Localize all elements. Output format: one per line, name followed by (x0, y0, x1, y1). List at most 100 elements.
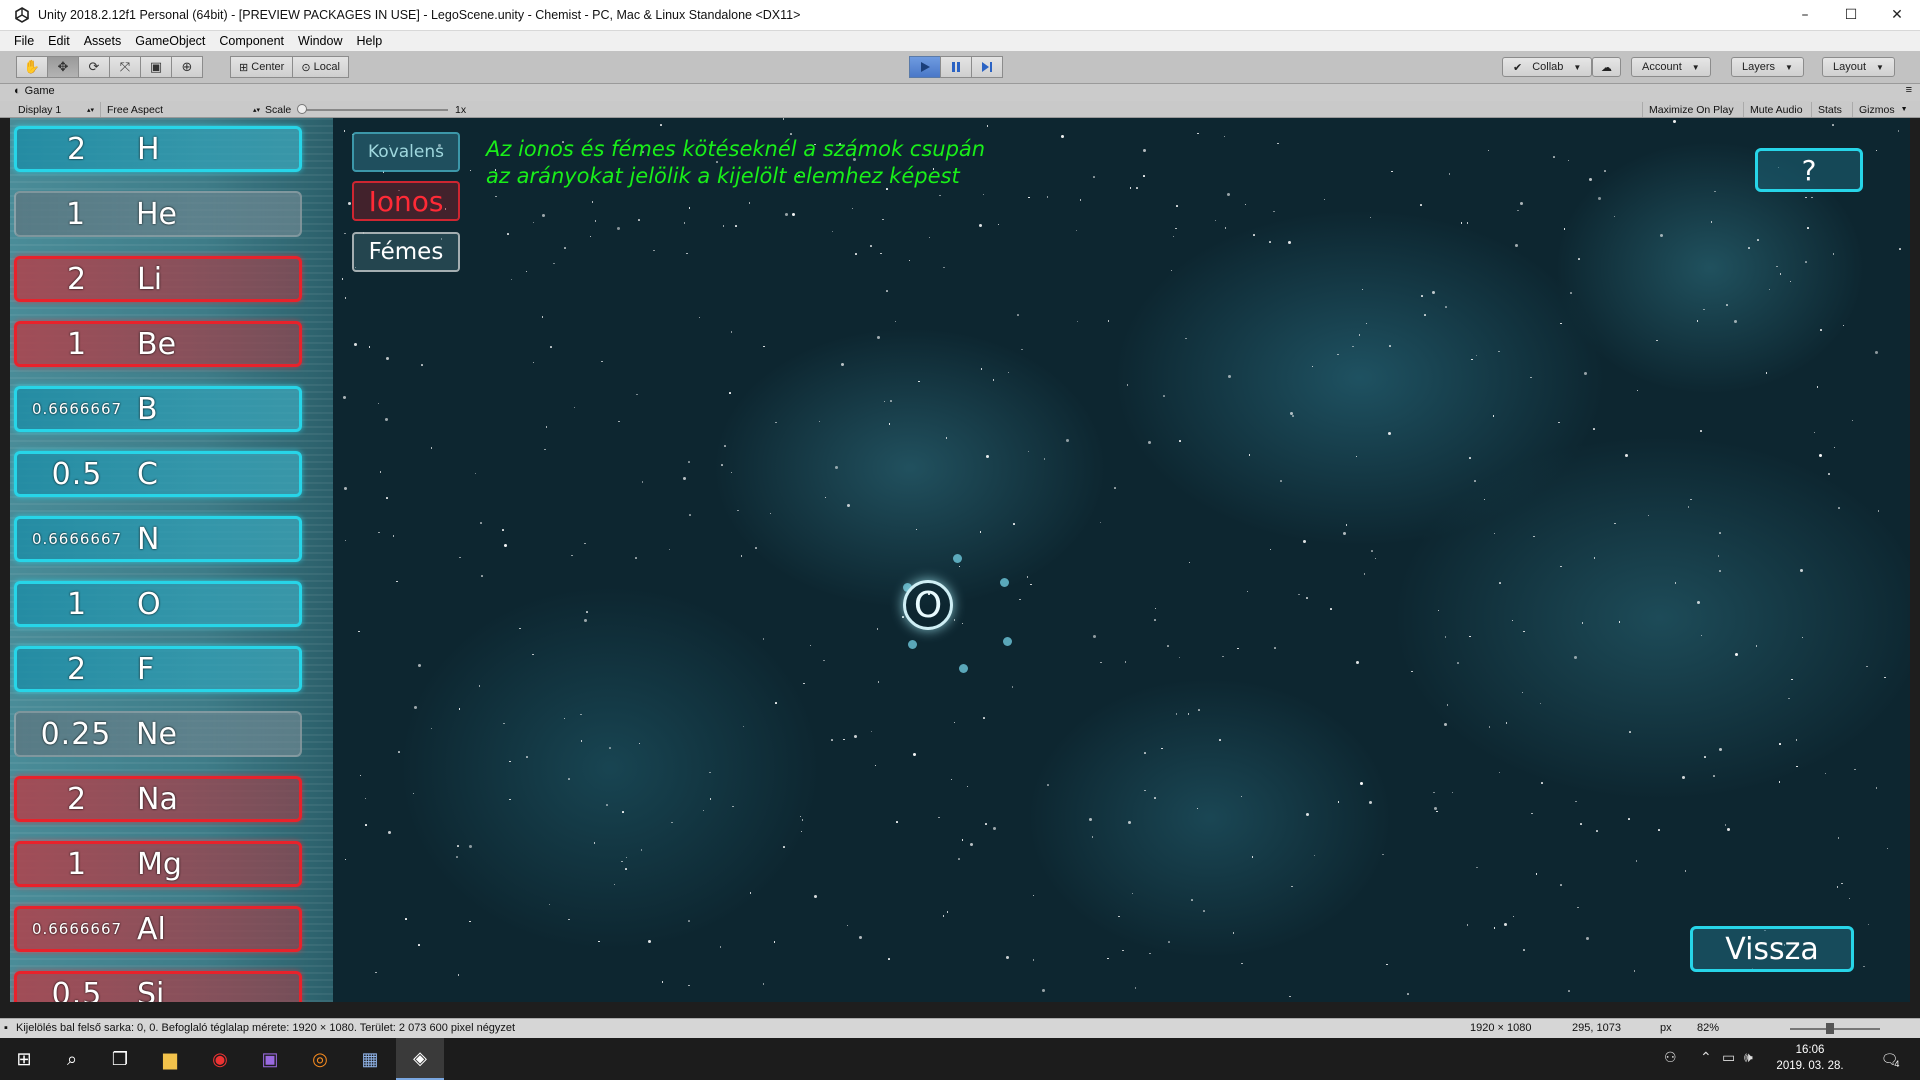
clock[interactable]: 16:06 2019. 03. 28. (1770, 1042, 1850, 1074)
star (1505, 722, 1508, 724)
star (1118, 915, 1120, 918)
mute-audio-toggle[interactable]: Mute Audio (1743, 102, 1809, 117)
metallic-bond-button[interactable]: Fémes (352, 232, 460, 272)
menu-file[interactable]: File (0, 34, 41, 48)
star (430, 727, 433, 730)
tab-menu-icon[interactable]: ≡ (1906, 84, 1912, 96)
star (377, 402, 380, 405)
zoom-slider-knob[interactable] (1826, 1023, 1834, 1034)
element-button-c[interactable]: 0.5 C (14, 451, 302, 497)
menu-gameobject[interactable]: GameObject (128, 34, 212, 48)
maximize-on-play-toggle[interactable]: Maximize On Play (1642, 102, 1740, 117)
element-button-na[interactable]: 2 Na (14, 776, 302, 822)
star (762, 638, 765, 640)
unit-selector[interactable]: px (1660, 1022, 1672, 1034)
pivot-center-button[interactable]: ⊞ Center (230, 56, 294, 78)
paint-icon[interactable]: ▦ (346, 1038, 394, 1080)
transform-tool-icon[interactable]: ⊕ (171, 56, 203, 78)
game-tab[interactable]: ◐ Game (14, 85, 55, 97)
star (613, 883, 616, 886)
pivot-local-button[interactable]: ⊙ Local (292, 56, 349, 78)
star (1791, 678, 1793, 681)
step-button[interactable] (971, 56, 1003, 78)
scale-slider-track[interactable] (300, 109, 448, 111)
layers-dropdown[interactable]: Layers ▼ (1731, 57, 1804, 77)
star (801, 819, 803, 821)
menu-window[interactable]: Window (291, 34, 349, 48)
rotate-tool-icon[interactable]: ⟳ (78, 56, 110, 78)
notification-center-icon[interactable]: 🗨 4 (1866, 1038, 1914, 1080)
star (1483, 498, 1486, 501)
gizmos-dropdown[interactable]: Gizmos ▼ (1852, 102, 1914, 117)
people-icon[interactable]: ⚇ (1664, 1049, 1677, 1066)
element-button-f[interactable]: 2F (14, 646, 302, 692)
tray-chevron-icon[interactable]: ⌃ (1700, 1049, 1712, 1066)
star (763, 345, 765, 348)
toolbar: ✋ ✥ ⟳ ⤧ ▣ ⊕ ⊞ Center ⊙ Local ✔ Collab ▼ ☁ … (0, 51, 1920, 84)
element-button-mg[interactable]: 1 Mg (14, 841, 302, 887)
star (1824, 772, 1827, 775)
element-button-he[interactable]: 1 He (14, 191, 302, 237)
display-dropdown[interactable]: Display 1 ▴▾ (18, 102, 94, 117)
hand-tool-icon[interactable]: ✋ (16, 56, 48, 78)
star (950, 778, 953, 781)
atom[interactable]: O (903, 580, 953, 630)
star (1811, 196, 1813, 199)
visual-studio-icon[interactable]: ▣ (246, 1038, 294, 1080)
element-button-si[interactable]: 0.5 Si (14, 971, 302, 1002)
scale-tool-icon[interactable]: ⤧ (109, 56, 141, 78)
maximize-button[interactable]: ☐ (1828, 0, 1874, 31)
menu-edit[interactable]: Edit (41, 34, 77, 48)
element-button-al[interactable]: 0.6666667 Al (14, 906, 302, 952)
stats-toggle[interactable]: Stats (1811, 102, 1848, 117)
back-button[interactable]: Vissza (1690, 926, 1854, 972)
element-button-h[interactable]: 2H (14, 126, 302, 172)
element-ratio: 2 (66, 131, 88, 167)
unity-taskbar-icon[interactable]: ◈ (396, 1038, 444, 1080)
star (1161, 747, 1163, 750)
minimize-button[interactable]: – (1782, 0, 1828, 31)
star (358, 630, 360, 633)
element-button-li[interactable]: 2 Li (14, 256, 302, 302)
star (1017, 314, 1019, 316)
star (342, 395, 346, 399)
star (344, 858, 347, 861)
volume-icon[interactable]: 🕪 (1744, 1049, 1753, 1066)
star (946, 911, 949, 913)
move-tool-icon[interactable]: ✥ (47, 56, 79, 78)
search-icon[interactable]: ⌕ (48, 1038, 96, 1080)
battery-icon[interactable]: ▭ (1722, 1049, 1735, 1066)
star (1884, 676, 1886, 679)
element-button-be[interactable]: 1 Be (14, 321, 302, 367)
layout-dropdown[interactable]: Layout ▼ (1822, 57, 1895, 77)
pause-button[interactable] (940, 56, 972, 78)
game-view[interactable]: 2 H 1 He 2 Li 1 Be 0.6666667 B 0.5 C 0.6666667 N 1 O 2 F 0… (10, 118, 1910, 1002)
blender-icon[interactable]: ◎ (296, 1038, 344, 1080)
menu-help[interactable]: Help (349, 34, 389, 48)
element-button-o[interactable]: 1O (14, 581, 302, 627)
play-button[interactable] (909, 56, 941, 78)
task-view-icon[interactable]: ❐ (96, 1038, 144, 1080)
element-button-b[interactable]: 0.6666667 B (14, 386, 302, 432)
star (1203, 910, 1205, 912)
close-button[interactable]: ✕ (1874, 0, 1920, 31)
windows-start-icon[interactable]: ⊞ (0, 1038, 48, 1080)
element-button-ne[interactable]: 0.25 Ne (14, 711, 302, 757)
vivaldi-icon[interactable]: ◉ (196, 1038, 244, 1080)
element-button-n[interactable]: 0.6666667 N (14, 516, 302, 562)
menu-assets[interactable]: Assets (77, 34, 129, 48)
help-button[interactable]: ? (1755, 148, 1863, 192)
ionic-bond-button[interactable]: Ionos (352, 181, 460, 221)
star (689, 514, 691, 516)
menu-component[interactable]: Component (212, 34, 291, 48)
scale-slider-knob[interactable] (297, 104, 307, 114)
file-explorer-icon[interactable]: ▆ (146, 1038, 194, 1080)
zoom-slider-track[interactable] (1790, 1028, 1880, 1030)
element-ratio: 1 (66, 326, 88, 362)
cloud-button[interactable]: ☁ (1592, 57, 1621, 77)
aspect-dropdown[interactable]: Free Aspect ▴▾ (100, 102, 260, 117)
rect-tool-icon[interactable]: ▣ (140, 56, 172, 78)
account-dropdown[interactable]: Account ▼ (1631, 57, 1711, 77)
covalent-bond-button[interactable]: Kovalens (352, 132, 460, 172)
collab-button[interactable]: ✔ Collab ▼ (1502, 57, 1593, 77)
